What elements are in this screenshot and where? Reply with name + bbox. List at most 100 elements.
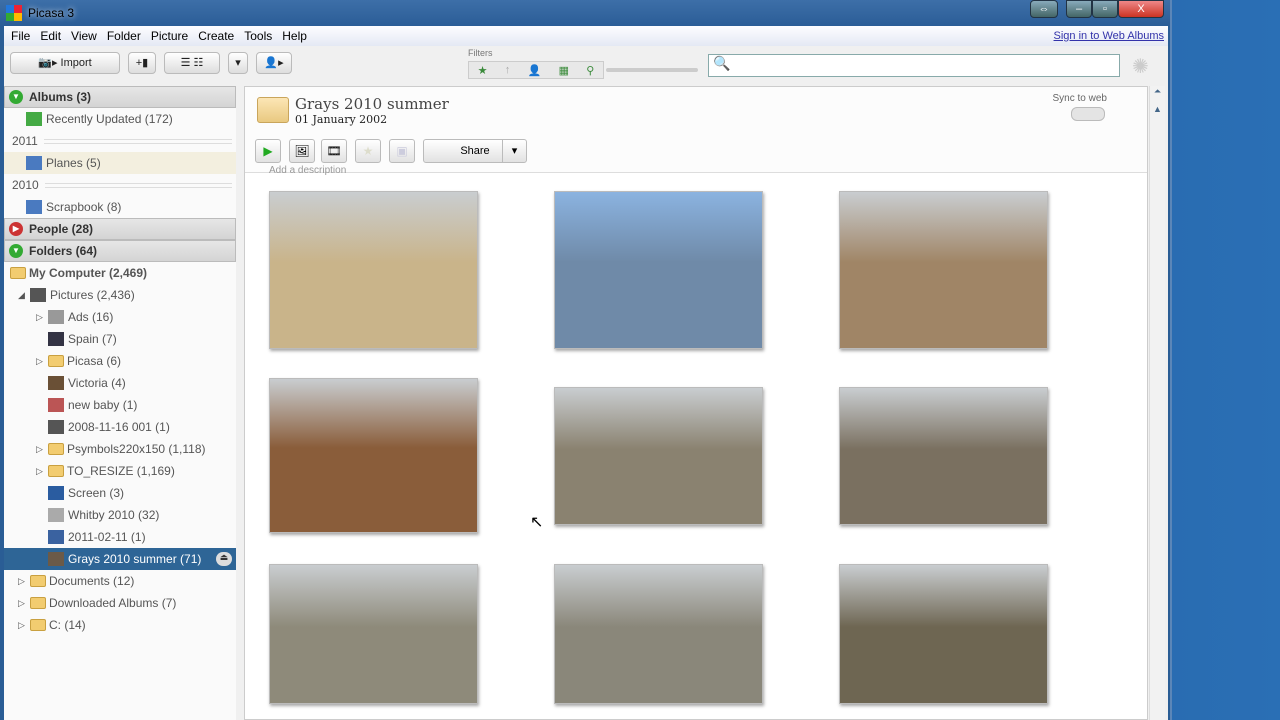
add-picture-icon[interactable]: 🖼 — [289, 139, 315, 163]
album-planes[interactable]: Planes (5) — [4, 152, 236, 174]
resize-icon[interactable]: ⇔ — [1030, 0, 1058, 18]
sync-toggle[interactable] — [1071, 107, 1105, 121]
search-icon: 🔍 — [713, 55, 731, 71]
photo-thumbnail[interactable] — [839, 564, 1048, 704]
album-icon — [26, 112, 42, 126]
menu-tools[interactable]: Tools — [244, 29, 272, 43]
sign-in-link[interactable]: Sign in to Web Albums — [1054, 30, 1164, 42]
album-scrapbook[interactable]: Scrapbook (8) — [4, 196, 236, 218]
folder-item[interactable]: ▷ Downloaded Albums (7) — [4, 592, 236, 614]
expand-arrow-icon[interactable]: ▷ — [36, 312, 48, 323]
folder-my-computer[interactable]: My Computer (2,469) — [4, 262, 236, 284]
expand-arrow-icon[interactable]: ▷ — [18, 598, 30, 609]
expand-arrow-icon[interactable]: ▷ — [18, 576, 30, 587]
folder-label: Documents (12) — [49, 574, 135, 588]
search-input[interactable]: 🔍 — [708, 54, 1120, 77]
album-recently-updated[interactable]: Recently Updated (172) — [4, 108, 236, 130]
maximize-button[interactable]: ▫ — [1092, 0, 1118, 18]
folder-item[interactable]: ▷ Ads (16) — [4, 306, 236, 328]
photo-thumbnail[interactable] — [839, 387, 1048, 525]
menu-view[interactable]: View — [71, 29, 97, 43]
folder-item[interactable]: ▷ TO_RESIZE (1,169) — [4, 460, 236, 482]
people-filter-icon[interactable]: 👤 — [528, 64, 542, 77]
folder-icon — [10, 267, 26, 279]
collapse-icon: ▼ — [9, 90, 23, 104]
folder-pictures[interactable]: ◢ Pictures (2,436) — [4, 284, 236, 306]
upload-filter-icon[interactable]: ↑ — [505, 64, 511, 76]
menu-picture[interactable]: Picture — [151, 29, 188, 43]
folder-item[interactable]: Grays 2010 summer (71) ⏏ — [4, 548, 236, 570]
year-2010: 2010 — [4, 174, 236, 196]
folder-header: Grays 2010 summer 01 January 2002 Sync t… — [245, 87, 1147, 176]
people-button[interactable]: 👤▸ — [256, 52, 292, 74]
menu-bar: File Edit View Folder Picture Create Too… — [4, 26, 1168, 46]
folder-icon — [257, 97, 289, 123]
pictures-subfolders: ▷ Ads (16) Spain (7) ▷ Picasa (6) Victoria (4… — [4, 306, 236, 570]
slideshow-button[interactable]: ▶ — [255, 139, 281, 163]
collapse-arrow-icon[interactable]: ◢ — [18, 290, 30, 301]
import-button[interactable]: 📷▸ Import — [10, 52, 120, 74]
expand-arrow-icon[interactable]: ▷ — [18, 620, 30, 631]
folder-icon — [48, 465, 64, 477]
folder-thumb — [48, 530, 64, 544]
star-icon[interactable]: ★ — [355, 139, 381, 163]
upload-icon[interactable]: ⏏ — [216, 552, 232, 566]
albums-header[interactable]: ▼ Albums (3) — [4, 86, 236, 108]
add-album-button[interactable]: +▮ — [128, 52, 156, 74]
description-input[interactable]: Add a description — [269, 165, 346, 177]
movie-icon[interactable]: 🎞 — [321, 139, 347, 163]
minimize-button[interactable]: – — [1066, 0, 1092, 18]
folder-icon — [30, 597, 46, 609]
folder-item[interactable]: Screen (3) — [4, 482, 236, 504]
picasa-logo-icon — [6, 5, 22, 21]
expand-icon: ▶ — [9, 222, 23, 236]
folders-header[interactable]: ▼ Folders (64) — [4, 240, 236, 262]
photo-thumbnail[interactable] — [269, 191, 478, 349]
menu-file[interactable]: File — [11, 29, 30, 43]
folder-label: 2011-02-11 (1) — [68, 530, 146, 544]
save-icon[interactable]: ▣ — [389, 139, 415, 163]
folder-item[interactable]: ▷ Documents (12) — [4, 570, 236, 592]
share-button[interactable]: Share ▾ — [423, 139, 527, 163]
photo-thumbnail[interactable] — [839, 191, 1048, 349]
folder-label: My Computer (2,469) — [29, 266, 148, 280]
folder-item[interactable]: ▷ Psymbols220x150 (1,118) — [4, 438, 236, 460]
close-button[interactable]: X — [1118, 0, 1164, 18]
star-filter-icon[interactable]: ★ — [478, 64, 488, 77]
expand-arrow-icon[interactable]: ▷ — [36, 356, 48, 367]
photo-thumbnail[interactable] — [554, 387, 763, 525]
photo-thumbnail[interactable] — [269, 378, 478, 533]
people-header[interactable]: ▶ People (28) — [4, 218, 236, 240]
geotag-filter-icon[interactable]: ⚲ — [586, 64, 594, 77]
folder-item[interactable]: ▷ C: (14) — [4, 614, 236, 636]
menu-folder[interactable]: Folder — [107, 29, 141, 43]
folder-icon — [48, 355, 64, 367]
folder-item[interactable]: Spain (7) — [4, 328, 236, 350]
share-dropdown-icon[interactable]: ▾ — [502, 140, 526, 162]
folder-item[interactable]: ▷ Picasa (6) — [4, 350, 236, 372]
photo-thumbnail[interactable] — [554, 564, 763, 704]
folder-label: 2008-11-16 001 (1) — [68, 420, 170, 434]
folder-date[interactable]: 01 January 2002 — [295, 113, 387, 126]
folder-item[interactable]: 2008-11-16 001 (1) — [4, 416, 236, 438]
folder-item[interactable]: Victoria (4) — [4, 372, 236, 394]
folder-item[interactable]: Whitby 2010 (32) — [4, 504, 236, 526]
scroll-up-icon[interactable]: ▲ — [1150, 104, 1165, 122]
movie-filter-icon[interactable]: ▦ — [559, 64, 569, 77]
expand-arrow-icon[interactable]: ▷ — [36, 444, 48, 455]
menu-create[interactable]: Create — [198, 29, 234, 43]
photo-thumbnail[interactable] — [269, 564, 478, 704]
view-toggle[interactable]: ☰ ☷ — [164, 52, 220, 74]
scroll-top-icon[interactable]: ⏶ — [1150, 86, 1165, 104]
menu-help[interactable]: Help — [282, 29, 307, 43]
vertical-scrollbar[interactable]: ⏶ ▲ — [1149, 86, 1165, 720]
date-slider[interactable] — [606, 68, 698, 72]
expand-arrow-icon[interactable]: ▷ — [36, 466, 48, 477]
menu-edit[interactable]: Edit — [40, 29, 61, 43]
photo-thumbnail[interactable] — [554, 191, 763, 349]
folder-label: Pictures (2,436) — [50, 288, 135, 302]
folder-title[interactable]: Grays 2010 summer — [295, 95, 449, 113]
view-dropdown[interactable]: ▾ — [228, 52, 248, 74]
folder-item[interactable]: new baby (1) — [4, 394, 236, 416]
folder-item[interactable]: 2011-02-11 (1) — [4, 526, 236, 548]
